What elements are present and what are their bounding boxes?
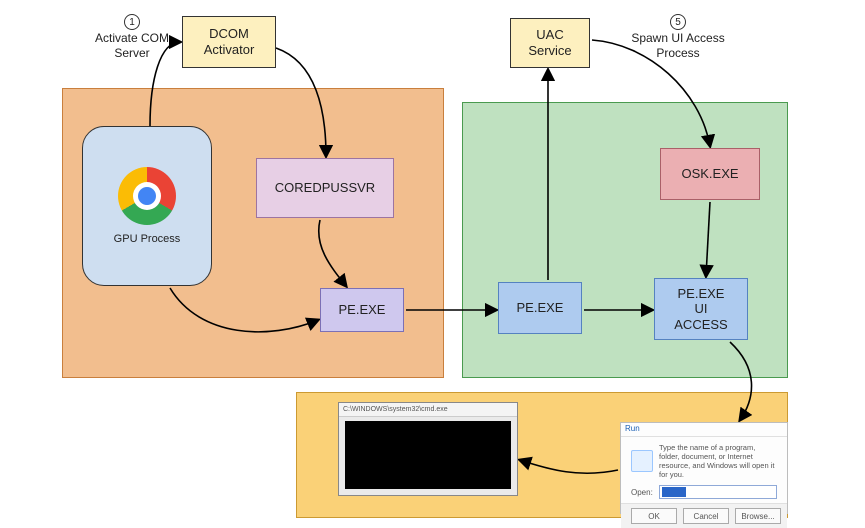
- pe-exe-ui-access-node: PE.EXE UI ACCESS: [654, 278, 748, 340]
- run-dialog-title-text: Run: [625, 424, 640, 433]
- chrome-icon: [118, 167, 176, 225]
- step-1-num: 1: [124, 14, 140, 30]
- cmd-window: C:\WINDOWS\system32\cmd.exe: [338, 402, 518, 496]
- run-icon: [631, 450, 653, 472]
- run-dialog-title: Run: [621, 423, 787, 437]
- osk-node: OSK.EXE: [660, 148, 760, 200]
- gpu-label: GPU Process: [114, 233, 181, 245]
- step-1-text: Activate COM Server: [95, 31, 169, 60]
- pe-exe-lowil-node: PE.EXE: [498, 282, 582, 334]
- gpu-process-node: GPU Process: [82, 126, 212, 286]
- step-5-label: 5 Spawn UI Access Process: [608, 14, 748, 61]
- run-description: Type the name of a program, folder, docu…: [659, 443, 777, 479]
- cmd-body: [345, 421, 511, 489]
- step-5-num: 5: [670, 14, 686, 30]
- uac-service-node: UAC Service: [510, 18, 590, 68]
- pe-exe-restricted-node: PE.EXE: [320, 288, 404, 332]
- coredpussvr-node: COREDPUSSVR: [256, 158, 394, 218]
- open-field-value: [662, 487, 686, 497]
- cmd-title: C:\WINDOWS\system32\cmd.exe: [339, 403, 517, 417]
- open-label: Open:: [631, 488, 653, 497]
- run-dialog: Run Type the name of a program, folder, …: [620, 422, 788, 514]
- step-5-text: Spawn UI Access Process: [631, 31, 724, 60]
- dcom-activator-node: DCOM Activator: [182, 16, 276, 68]
- open-field[interactable]: [659, 485, 777, 499]
- step-1-label: 1 Activate COM Server: [82, 14, 182, 61]
